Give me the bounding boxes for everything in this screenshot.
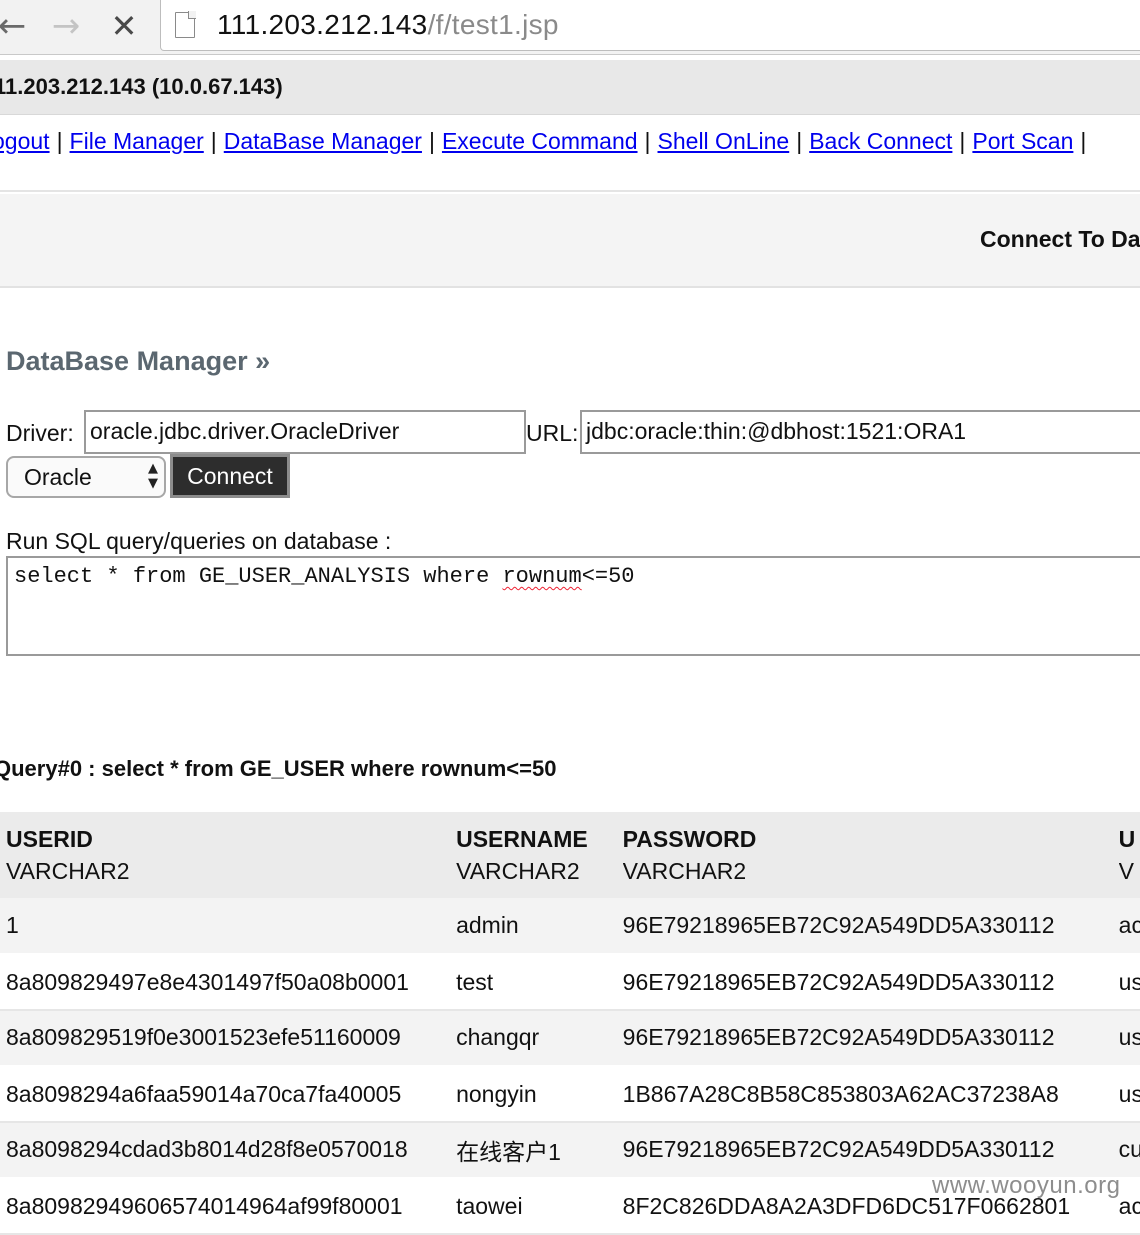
connect-panel: Connect To Da	[0, 194, 1140, 288]
driver-input[interactable]: oracle.jdbc.driver.OracleDriver	[84, 410, 526, 454]
sql-label: Run SQL query/queries on database :	[6, 528, 392, 554]
menu-separator: |	[210, 128, 217, 154]
table-cell: 1	[6, 911, 19, 938]
menu-separator: |	[796, 128, 803, 154]
section-title: DataBase Manager »	[6, 346, 271, 376]
db-type-select[interactable]: Oracle ▲ ▼	[6, 456, 166, 498]
select-updown-icon: ▲ ▼	[148, 461, 158, 491]
table-cell: 8a809829519f0e3001523efe51160009	[6, 1024, 401, 1051]
table-cell: 8a809829497e8e4301497f50a08b0001	[6, 968, 409, 995]
url-host: 111.203.212.143	[217, 9, 428, 40]
address-bar[interactable]: 111.203.212.143/f/test1.jsp	[160, 0, 1140, 51]
table-row: 8a8098294a6faa59014a70ca7fa40005 nongyin…	[0, 1066, 1140, 1122]
column-header: USERID VARCHAR2	[0, 812, 456, 898]
divider	[0, 190, 1140, 192]
table-cell: us	[1118, 968, 1140, 995]
column-header: UV	[1119, 812, 1140, 898]
menu-file-manager-link[interactable]: File Manager	[70, 128, 204, 154]
table-header-row: USERID VARCHAR2 USERNAME VARCHAR2 PASSWORD…	[0, 812, 1140, 898]
table-cell: 8a8098294a6faa59014a70ca7fa40005	[6, 1080, 402, 1107]
table-cell: 8a8098294cdad3b8014d28f8e0570018	[6, 1136, 408, 1163]
browser-toolbar: ← → ✕ 111.203.212.143/f/test1.jsp	[0, 0, 1140, 55]
table-cell: 在线客户1	[456, 1138, 561, 1165]
menu-separator: |	[959, 128, 966, 154]
menu-database-manager-link[interactable]: DataBase Manager	[224, 128, 422, 154]
column-type: VARCHAR2	[6, 858, 130, 884]
url-path: /f/test1.jsp	[427, 9, 559, 40]
table-cell: 96E79218965EB72C92A549DD5A330112	[622, 1136, 1055, 1163]
table-cell: nongyin	[456, 1080, 537, 1107]
menu-separator: |	[428, 128, 435, 154]
table-cell: test	[456, 968, 494, 995]
column-name: USERID	[6, 826, 93, 852]
connect-panel-title: Connect To Da	[980, 226, 1140, 252]
table-row: 1 admin 96E79218965EB72C92A549DD5A330112…	[0, 898, 1140, 954]
table-row: 8a809829519f0e3001523efe51160009 changqr…	[0, 1010, 1140, 1066]
menu-port-scan-link[interactable]: Port Scan	[972, 128, 1073, 154]
table-cell: ac	[1118, 1192, 1140, 1219]
menu-execute-command-link[interactable]: Execute Command	[442, 128, 638, 154]
column-name: U	[1118, 826, 1136, 852]
db-type-selected: Oracle	[24, 464, 92, 490]
column-header: PASSWORD VARCHAR2	[623, 812, 1119, 898]
table-cell: taowei	[456, 1192, 523, 1219]
column-header: USERNAME VARCHAR2	[456, 812, 623, 898]
menu-separator: |	[1080, 128, 1087, 154]
table-cell: 1B867A28C8B58C853803A62AC37238A8	[622, 1080, 1059, 1107]
sql-text-tail: <=50	[581, 564, 635, 589]
sql-text: select * from GE_USER_ANALYSIS where	[14, 564, 503, 589]
stop-loading-icon[interactable]: ✕	[104, 6, 144, 46]
table-cell: 96E79218965EB72C92A549DD5A330112	[622, 1024, 1055, 1051]
table-cell: 96E79218965EB72C92A549DD5A330112	[622, 968, 1055, 995]
table-cell: changqr	[456, 1024, 540, 1051]
table-row: 8a809829497e8e4301497f50a08b0001 test 96…	[0, 954, 1140, 1010]
sql-spellcheck-word: rownum	[502, 564, 582, 589]
table-cell: admin	[456, 911, 519, 938]
back-arrow-icon[interactable]: ←	[0, 6, 32, 46]
column-name: PASSWORD	[622, 826, 757, 852]
watermark: www.wooyun.org	[932, 1172, 1121, 1199]
driver-label: Driver:	[6, 420, 74, 446]
menu-shell-online-link[interactable]: Shell OnLine	[658, 128, 790, 154]
url-text[interactable]: 111.203.212.143/f/test1.jsp	[217, 9, 559, 41]
host-address: 11.203.212.143 (10.0.67.143)	[0, 74, 283, 99]
url-label: URL:	[526, 420, 579, 446]
sql-query-textarea[interactable]: select * from GE_USER_ANALYSIS where row…	[6, 556, 1140, 656]
table-row: 8a8098294cdad3b8014d28f8e0570018 在线客户1 9…	[0, 1122, 1140, 1178]
column-type: V	[1118, 858, 1135, 884]
page-icon	[175, 11, 196, 38]
table-cell: cu	[1118, 1136, 1140, 1163]
jdbc-url-input[interactable]: jdbc:oracle:thin:@dbhost:1521:ORA1	[580, 410, 1140, 454]
column-type: VARCHAR2	[456, 858, 580, 884]
column-type: VARCHAR2	[622, 858, 747, 884]
column-name: USERNAME	[456, 826, 588, 852]
host-header: 11.203.212.143 (10.0.67.143)	[0, 60, 1140, 115]
menu-back-connect-link[interactable]: Back Connect	[809, 128, 952, 154]
query-title: Query#0 : select * from GE_USER where ro…	[0, 756, 557, 781]
table-cell: 96E79218965EB72C92A549DD5A330112	[622, 911, 1055, 938]
forward-arrow-icon[interactable]: →	[46, 6, 86, 46]
main-menu: ogout|File Manager|DataBase Manager|Exec…	[0, 128, 1093, 155]
menu-separator: |	[56, 128, 63, 154]
table-cell: 8a80982949606574014964af99f80001	[6, 1192, 403, 1219]
table-cell: us	[1118, 1024, 1140, 1051]
menu-logout-link[interactable]: ogout	[0, 128, 50, 154]
table-cell: us	[1118, 1080, 1140, 1107]
table-cell: ac	[1118, 911, 1140, 938]
connect-button[interactable]: Connect	[170, 454, 290, 498]
menu-separator: |	[644, 128, 651, 154]
